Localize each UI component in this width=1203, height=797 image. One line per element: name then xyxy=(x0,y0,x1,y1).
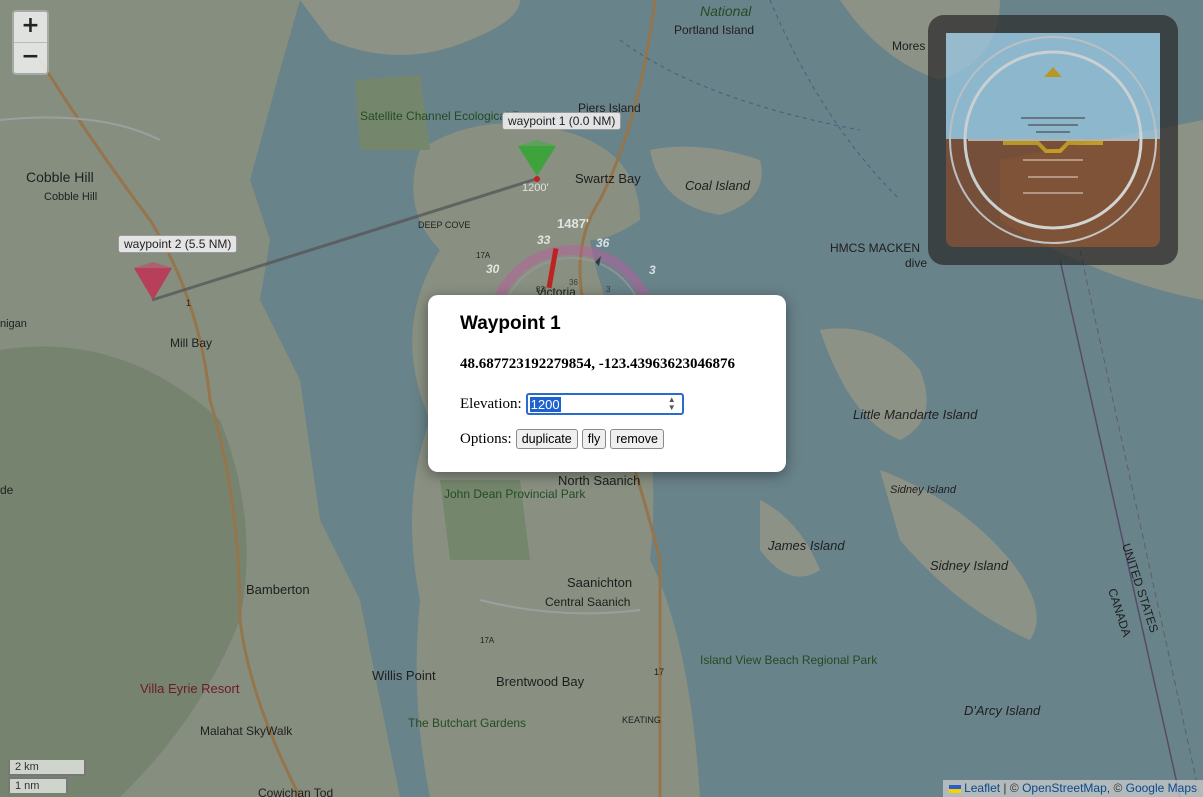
remove-button[interactable]: remove xyxy=(610,429,664,449)
osm-link[interactable]: OpenStreetMap xyxy=(1022,781,1107,795)
flag-icon xyxy=(948,784,961,793)
duplicate-button[interactable]: duplicate xyxy=(515,429,578,449)
scale-bar-nm: 1 nm xyxy=(8,777,68,793)
waypoint-1-label: waypoint 1 (0.0 NM) xyxy=(502,112,622,130)
fly-button[interactable]: fly xyxy=(581,429,607,449)
heading-inner-label: 3 xyxy=(606,285,611,294)
heading-label: 36 xyxy=(596,236,610,250)
stepper-icon[interactable]: ▲ ▼ xyxy=(665,396,679,412)
heading-label: 3 xyxy=(649,263,656,277)
elevation-value: 1200 xyxy=(529,396,561,412)
google-maps-link[interactable]: Google Maps xyxy=(1126,781,1197,795)
attribution-sep: , © xyxy=(1106,781,1126,795)
attribution: Leaflet | © OpenStreetMap, © Google Maps xyxy=(942,780,1203,797)
zoom-in-button[interactable]: + xyxy=(14,12,47,42)
popup-title: Waypoint 1 xyxy=(460,313,561,334)
leaflet-link[interactable]: Leaflet xyxy=(964,781,1000,795)
attitude-indicator xyxy=(928,15,1178,265)
attribution-sep: | © xyxy=(1000,781,1023,795)
waypoint-2-label: waypoint 2 (5.5 NM) xyxy=(118,235,238,253)
elevation-input[interactable]: 1200 ▲ ▼ xyxy=(525,393,684,415)
elevation-label: Elevation: xyxy=(460,395,522,412)
heading-label: 33 xyxy=(537,233,551,247)
waypoint-popup: Waypoint 1 48.687723192279854, -123.4396… xyxy=(428,295,786,472)
options-label: Options: xyxy=(460,430,512,447)
aircraft-altitude: 1487' xyxy=(557,216,589,231)
heading-inner-label: 33 xyxy=(536,285,545,294)
elevation-row: Elevation: 1200 ▲ ▼ xyxy=(460,393,754,415)
waypoint-1-marker[interactable] xyxy=(518,140,556,182)
heading-inner-label: 36 xyxy=(569,278,578,287)
options-row: Options: duplicate fly remove xyxy=(460,429,754,449)
popup-coordinates: 48.687723192279854, -123.43963623046876 xyxy=(460,356,735,372)
zoom-out-button[interactable]: − xyxy=(14,42,47,73)
waypoint-1-elevation: 1200' xyxy=(522,182,549,194)
zoom-control: + − xyxy=(12,10,49,75)
scale-bar-km: 2 km xyxy=(8,760,86,776)
heading-label: 30 xyxy=(486,262,500,276)
